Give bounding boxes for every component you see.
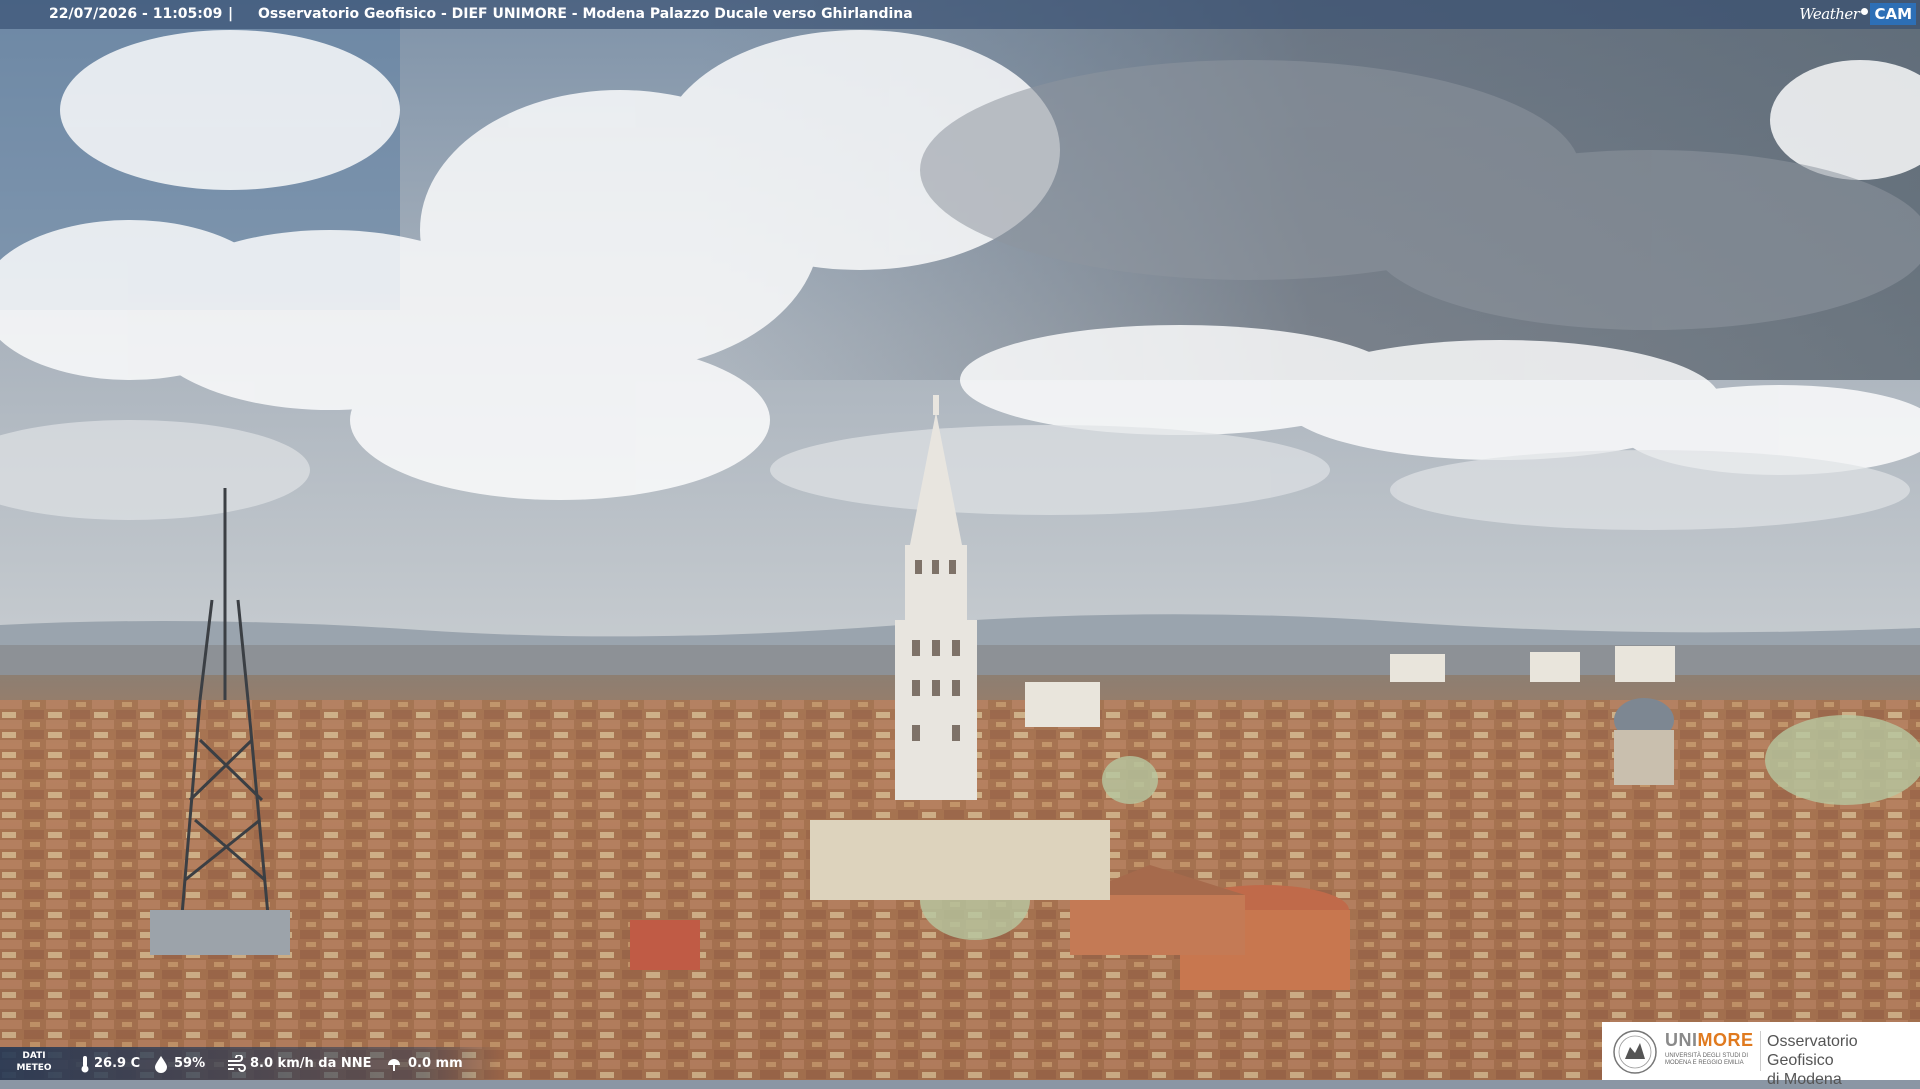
webcam-image xyxy=(0,0,1920,1080)
temperature-readout: 26.9 C xyxy=(80,1047,140,1080)
weathercam-logo-weather: Weather xyxy=(1799,5,1860,23)
humidity-value: 59% xyxy=(174,1056,206,1071)
unimore-wordmark-more: MORE xyxy=(1697,1030,1754,1050)
rain-readout: 0.0 mm xyxy=(384,1047,463,1080)
rain-value: 0.0 mm xyxy=(408,1056,463,1071)
unimore-seal-icon xyxy=(1613,1030,1657,1074)
wind-readout: 8.0 km/h da NNE xyxy=(226,1047,372,1080)
university-subtitle: UNIVERSITÀ DEGLI STUDI DI MODENA E REGGI… xyxy=(1665,1053,1749,1066)
timestamp: 22/07/2026 - 11:05:09 xyxy=(49,6,223,22)
logo-divider xyxy=(1760,1031,1761,1071)
observatory-name-line1: Osservatorio Geofisico xyxy=(1767,1033,1858,1069)
weather-data-label: DATI METEO xyxy=(6,1050,62,1074)
unimore-logo-panel: UNIMORE UNIVERSITÀ DEGLI STUDI DI MODENA… xyxy=(1602,1022,1920,1088)
weathercam-logo-dot xyxy=(1861,7,1869,15)
weathercam-logo: Weather CAM xyxy=(1799,2,1916,26)
rain-icon xyxy=(388,1058,400,1071)
weather-data-label-line2: METEO xyxy=(16,1063,52,1073)
humidity-readout: 59% xyxy=(152,1047,205,1080)
humidity-drop-icon xyxy=(155,1055,167,1073)
caption-bar: 22/07/2026 - 11:05:09 | Osservatorio Geo… xyxy=(0,0,1920,29)
unimore-wordmark: UNIMORE xyxy=(1665,1030,1754,1051)
observatory-name: Osservatorio Geofisico di Modena xyxy=(1767,1032,1920,1089)
wind-value: 8.0 km/h da NNE xyxy=(250,1056,372,1071)
caption-separator: | xyxy=(228,6,234,22)
thermometer-icon xyxy=(81,1055,89,1072)
camera-title: Osservatorio Geofisico - DIEF UNIMORE - … xyxy=(258,6,913,22)
wind-icon xyxy=(228,1054,246,1072)
weather-data-bar: DATI METEO 26.9 C 59% 8.0 km/h da NNE 0.… xyxy=(0,1047,500,1080)
weathercam-logo-cam: CAM xyxy=(1870,3,1916,25)
unimore-wordmark-uni: UNI xyxy=(1665,1030,1698,1050)
weather-data-label-line1: DATI xyxy=(22,1051,46,1061)
temperature-value: 26.9 C xyxy=(94,1056,141,1071)
